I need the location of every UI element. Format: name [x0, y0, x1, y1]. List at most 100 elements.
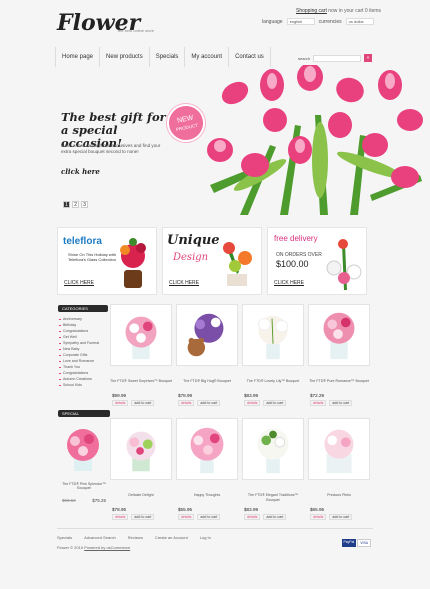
- add-to-cart-button[interactable]: add to cart: [197, 514, 221, 520]
- add-to-cart-button[interactable]: add to cart: [329, 400, 353, 406]
- footer-create-account-link[interactable]: Create an Account: [155, 535, 188, 540]
- product-actions: details add to cart: [176, 514, 238, 520]
- cart-info: Shopping cart now in your cart 0 items: [296, 8, 381, 14]
- product-image[interactable]: [110, 418, 172, 480]
- add-to-cart-button[interactable]: add to cart: [263, 514, 287, 520]
- details-button[interactable]: details: [244, 514, 261, 520]
- product-price: $65.95: [310, 507, 325, 512]
- visa-icon: VISA: [357, 539, 371, 547]
- pager-3[interactable]: 3: [81, 201, 88, 208]
- nav-home[interactable]: Home page: [55, 47, 101, 67]
- language-select[interactable]: english: [286, 18, 315, 25]
- nav-new-products[interactable]: New products: [100, 47, 150, 67]
- delivery-flowers-image: [326, 239, 362, 290]
- currency-select[interactable]: us dollar: [345, 18, 374, 25]
- product-image[interactable]: [308, 418, 370, 480]
- product-card: Precious Pinks $65.95 details add to cart: [308, 418, 370, 524]
- free-delivery-title: free delivery: [274, 234, 318, 243]
- badge-bottom: PRODUCT: [175, 122, 199, 133]
- product-name[interactable]: Happy Thoughts: [176, 493, 238, 503]
- main-nav: Home page New products Specials My accou…: [55, 47, 271, 67]
- product-actions: details add to cart: [176, 400, 238, 406]
- search-label: search: [298, 55, 311, 61]
- product-price: $55.95: [178, 507, 193, 512]
- footer-links: Specials Advanced Search Reviews Create …: [57, 535, 373, 540]
- search-button[interactable]: »: [364, 54, 373, 62]
- product-actions: details add to cart: [242, 400, 304, 406]
- nav-specials[interactable]: Specials: [150, 47, 186, 67]
- details-button[interactable]: details: [178, 514, 195, 520]
- details-button[interactable]: details: [112, 400, 129, 406]
- product-image[interactable]: [176, 418, 238, 480]
- add-to-cart-button[interactable]: add to cart: [329, 514, 353, 520]
- special-heading: SPECIAL: [58, 410, 110, 417]
- product-price: $78.99: [178, 393, 193, 398]
- product-image[interactable]: [176, 304, 238, 366]
- product-name[interactable]: The FTD® Big Hug® Bouquet: [176, 379, 238, 389]
- banner-unique-design[interactable]: Unique Design CLICK HERE: [162, 227, 262, 295]
- product-card: Happy Thoughts $55.95 details add to cart: [176, 418, 238, 524]
- product-name[interactable]: The FTD® Pure Romance™ Bouquet: [308, 379, 370, 389]
- product-name[interactable]: The FTD® Elegant Traditions™ Bouquet: [242, 493, 304, 503]
- details-button[interactable]: details: [244, 400, 261, 406]
- product-name[interactable]: Delicate Delight: [110, 493, 172, 503]
- product-card: The FTD® Lovely Lily™ Bouquet $83.99 det…: [242, 304, 304, 410]
- search-box: search »: [298, 54, 373, 62]
- product-actions: details add to cart: [110, 400, 172, 406]
- footer-reviews-link[interactable]: Reviews: [128, 535, 143, 540]
- footer-specials-link[interactable]: Specials: [57, 535, 72, 540]
- teleflora-cta[interactable]: CLICK HERE: [64, 280, 94, 286]
- paypal-icon: PayPal: [341, 539, 357, 547]
- product-image[interactable]: [110, 304, 172, 366]
- add-to-cart-button[interactable]: add to cart: [131, 400, 155, 406]
- unique-cta[interactable]: CLICK HERE: [169, 280, 199, 286]
- pager-1[interactable]: 1: [63, 201, 70, 208]
- add-to-cart-button[interactable]: add to cart: [263, 400, 287, 406]
- special-product-image[interactable]: [58, 423, 108, 473]
- product-card: The FTD® Big Hug® Bouquet $78.99 details…: [176, 304, 238, 410]
- shopping-cart-link[interactable]: Shopping cart: [296, 8, 327, 14]
- hero-click-here-link[interactable]: click here: [61, 167, 100, 176]
- nav-contact[interactable]: Contact us: [229, 47, 271, 67]
- selectors: language english currencies us dollar: [262, 18, 374, 25]
- details-button[interactable]: details: [178, 400, 195, 406]
- footer-login-link[interactable]: Log In: [200, 535, 211, 540]
- teleflora-logo: teleflora: [63, 236, 102, 247]
- arrangement-image: [223, 242, 252, 286]
- product-name[interactable]: The FTD® Sweet Surprises™ Bouquet: [110, 379, 172, 389]
- product-card: The FTD® Pure Romance™ Bouquet $72.29 de…: [308, 304, 370, 410]
- category-item[interactable]: School Kids: [58, 382, 108, 388]
- promo-banners: teleflora Shine On This Holiday with Tel…: [57, 227, 367, 295]
- product-name[interactable]: Precious Pinks: [308, 493, 370, 503]
- product-image[interactable]: [242, 418, 304, 480]
- slogan: the best online store: [118, 28, 155, 33]
- product-name[interactable]: The FTD® Lovely Lily™ Bouquet: [242, 379, 304, 389]
- orders-over-text: ON ORDERS OVER: [276, 252, 322, 258]
- banner-free-delivery[interactable]: free delivery ON ORDERS OVER $100.00 CLI…: [267, 227, 367, 295]
- add-to-cart-button[interactable]: add to cart: [197, 400, 221, 406]
- tulips-image: [207, 65, 423, 215]
- banner-teleflora[interactable]: teleflora Shine On This Holiday with Tel…: [57, 227, 157, 295]
- powered-by-link[interactable]: Powered by osCommerce: [84, 545, 130, 550]
- bouquet-image: [120, 238, 146, 288]
- unique-title: Unique: [167, 233, 220, 248]
- details-button[interactable]: details: [112, 514, 129, 520]
- add-to-cart-button[interactable]: add to cart: [131, 514, 155, 520]
- pager-2[interactable]: 2: [72, 201, 79, 208]
- special-product-name[interactable]: The FTD® Pink Splendor™ Bouquet: [58, 482, 110, 490]
- details-button[interactable]: details: [310, 400, 327, 406]
- hero-slide[interactable]: NEW PRODUCT The best gift for a special o…: [55, 65, 423, 215]
- product-image[interactable]: [242, 304, 304, 366]
- slider-pager: 1 2 3: [63, 201, 88, 208]
- footer-advanced-search-link[interactable]: Advanced Search: [84, 535, 116, 540]
- product-price: $78.95: [112, 507, 127, 512]
- search-input[interactable]: [313, 54, 362, 62]
- nav-my-account[interactable]: My account: [185, 47, 230, 67]
- product-card: Delicate Delight $78.95 details add to ca…: [110, 418, 172, 524]
- delivery-cta[interactable]: CLICK HERE: [274, 280, 304, 286]
- hero-text: Have a look through our exclusives and f…: [61, 143, 161, 154]
- sidebar-special: SPECIAL The FTD® Pink Splendor™ Bouquet …: [58, 410, 110, 503]
- product-image[interactable]: [308, 304, 370, 366]
- details-button[interactable]: details: [310, 514, 327, 520]
- product-price: $83.99: [244, 507, 259, 512]
